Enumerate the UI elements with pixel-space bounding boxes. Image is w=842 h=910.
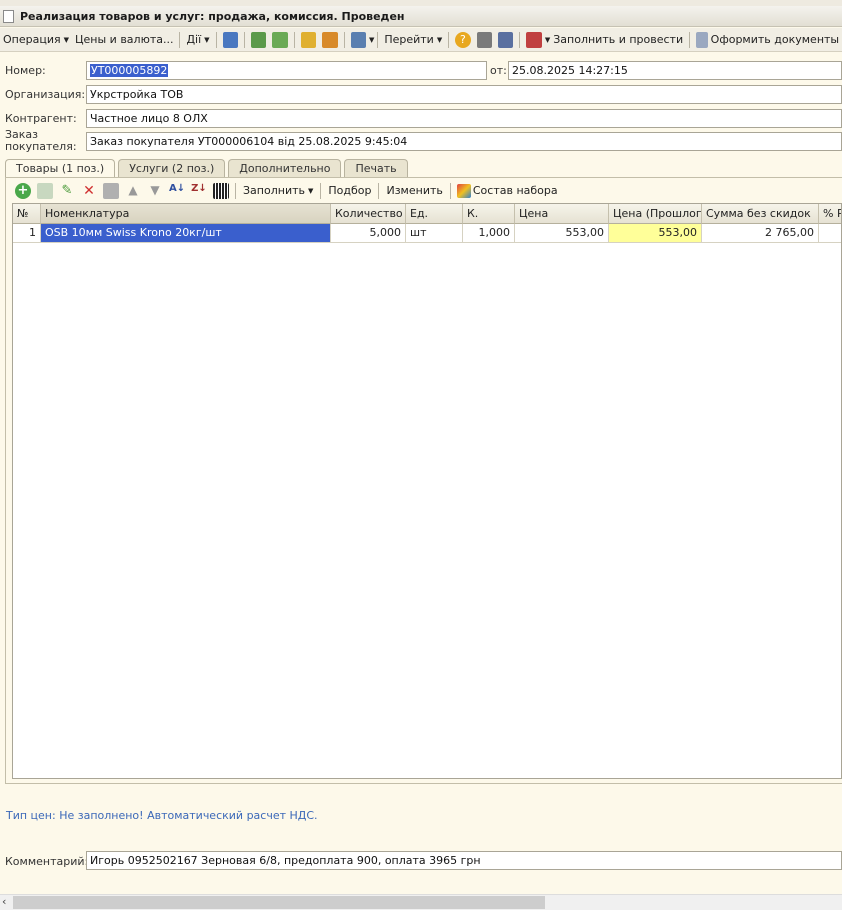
table-row-number[interactable]: 1 [13, 224, 41, 243]
col-header-quantity[interactable]: Количество [331, 204, 406, 224]
tab-print[interactable]: Печать [344, 159, 408, 178]
make-documents-button[interactable]: Оформить документы [711, 30, 842, 50]
organization-field[interactable]: Укрстройка ТОВ [86, 85, 842, 104]
fill-menu[interactable]: Заполнить ▼ [239, 181, 317, 201]
main-toolbar: Операция ▼ Цены и валюта... Дії ▼ ▼ Перейт… [0, 28, 842, 52]
comment-field[interactable]: Игорь 0952502167 Зерновая 6/8, предоплат… [86, 851, 842, 870]
table-row-percent[interactable] [819, 224, 841, 243]
tab-additional[interactable]: Дополнительно [228, 159, 342, 178]
sort-asc-icon[interactable]: A↓ [169, 183, 185, 199]
copy-row-icon[interactable] [37, 182, 53, 199]
col-header-price[interactable]: Цена [515, 204, 609, 224]
fill-and-post-button[interactable]: Заполнить и провести [550, 30, 686, 50]
col-header-unit[interactable]: Ед. [406, 204, 463, 224]
document-icon [3, 9, 14, 23]
date-label: от: [490, 64, 507, 77]
tab-goods[interactable]: Товары (1 поз.) [5, 159, 116, 179]
delete-row-icon[interactable]: ✕ [81, 183, 97, 199]
price-type-link[interactable]: Тип цен: Не заполнено! Автоматический ра… [6, 809, 318, 822]
organization-label: Организация: [5, 88, 86, 101]
table-row-coefficient[interactable]: 1,000 [463, 224, 515, 243]
move-up-icon[interactable]: ▲ [125, 183, 141, 199]
add-row-icon[interactable]: + [15, 182, 31, 199]
number-label: Номер: [5, 64, 46, 77]
goods-table[interactable]: № Номенклатура Количество Ед. К. Цена Це… [12, 203, 842, 779]
table-row-price[interactable]: 553,00 [515, 224, 609, 243]
tab-strip: Товары (1 поз.) Услуги (2 поз.) Дополнит… [5, 159, 411, 179]
save-icon[interactable] [250, 31, 267, 48]
actions-menu[interactable]: Дії ▼ [183, 30, 212, 50]
table-row-nomenclature[interactable]: OSB 10мм Swiss Krono 20кг/шт [41, 224, 331, 243]
col-header-coefficient[interactable]: К. [463, 204, 515, 224]
table-row-last-price[interactable]: 553,00 [609, 224, 702, 243]
order-label: Заказ покупателя: [5, 128, 77, 153]
kit-icon [456, 183, 471, 198]
col-header-sum[interactable]: Сумма без скидок [702, 204, 819, 224]
scroll-left-icon[interactable]: ‹ [2, 895, 6, 908]
scrollbar-thumb[interactable] [13, 896, 545, 909]
documents-icon [696, 31, 708, 48]
comment-label: Комментарий: [5, 855, 89, 868]
post-icon[interactable] [300, 31, 317, 48]
unpost-icon[interactable] [322, 31, 338, 48]
xml-icon[interactable] [526, 31, 542, 48]
title-bar: Реализация товаров и услуг: продажа, ком… [0, 6, 842, 27]
edit-row-icon[interactable]: ✎ [59, 183, 75, 199]
col-header-last-price[interactable]: Цена (Прошлог... [609, 204, 702, 224]
customer-order-field[interactable]: Заказ покупателя УТ000006104 від 25.08.2… [86, 132, 842, 151]
pick-button[interactable]: Подбор [324, 181, 375, 201]
post-close-icon[interactable] [222, 31, 238, 48]
help-icon[interactable]: ? [455, 31, 471, 48]
sort-desc-icon[interactable]: Z↓ [191, 183, 207, 199]
tab-services[interactable]: Услуги (2 поз.) [118, 159, 226, 178]
end-edit-icon[interactable] [103, 182, 119, 199]
contractor-field[interactable]: Частное лицо 8 ОЛХ [86, 109, 842, 128]
move-down-icon[interactable]: ▼ [147, 183, 163, 199]
table-toolbar: + ✎ ✕ ▲ ▼ A↓ Z↓ Заполнить ▼ Подбор Измени… [12, 180, 562, 201]
col-header-percent[interactable]: % Ру [819, 204, 841, 224]
table-row-quantity[interactable]: 5,000 [331, 224, 406, 243]
structure-icon[interactable] [350, 31, 366, 48]
window-title: Реализация товаров и услуг: продажа, ком… [20, 9, 405, 23]
table-row-sum[interactable]: 2 765,00 [702, 224, 819, 243]
operation-menu[interactable]: Операция ▼ [0, 30, 72, 50]
table-row-unit[interactable]: шт [406, 224, 463, 243]
list-icon[interactable] [498, 31, 514, 48]
copy-icon[interactable] [272, 31, 288, 48]
prices-button[interactable]: Цены и валюта... [72, 30, 176, 50]
col-header-number[interactable]: № [13, 204, 41, 224]
kit-button[interactable]: Состав набора [473, 181, 562, 201]
contractor-label: Контрагент: [5, 112, 77, 125]
number-field[interactable]: УТ000005892 [86, 61, 487, 80]
goto-menu[interactable]: Перейти ▼ [381, 30, 445, 50]
barcode-icon[interactable] [213, 182, 229, 199]
date-field[interactable]: 25.08.2025 14:27:15 [508, 61, 842, 80]
movements-icon[interactable] [476, 31, 493, 48]
change-button[interactable]: Изменить [382, 181, 446, 201]
col-header-nomenclature[interactable]: Номенклатура [41, 204, 331, 224]
